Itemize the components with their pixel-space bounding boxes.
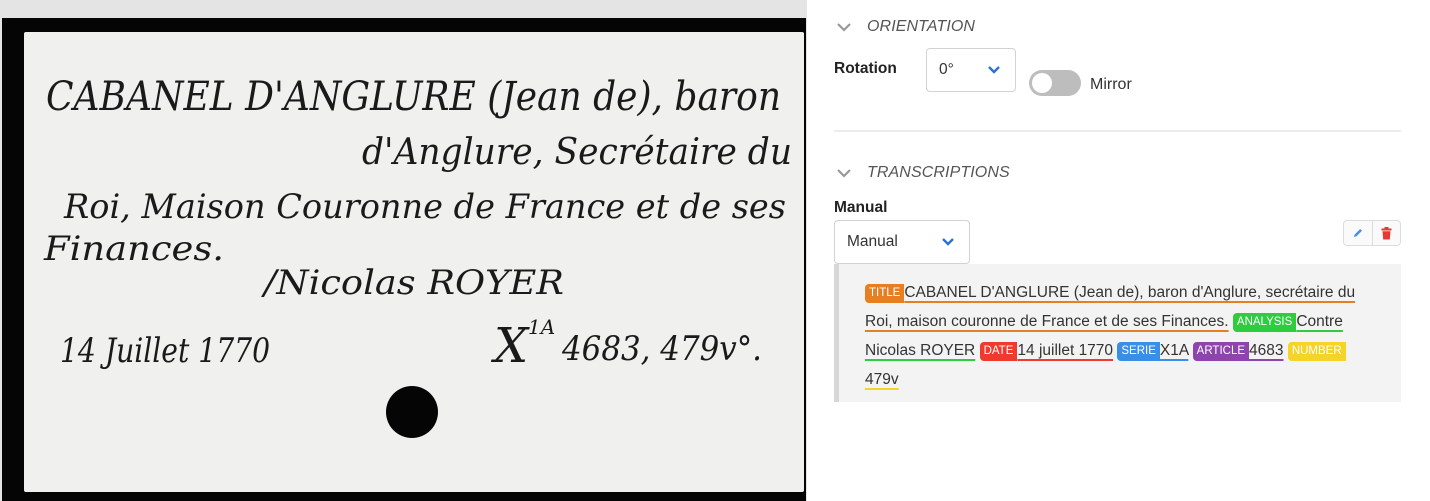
chevron-down-icon bbox=[837, 23, 851, 32]
toggle-knob bbox=[1032, 73, 1052, 93]
transcriptions-title: TRANSCRIPTIONS bbox=[867, 164, 1010, 181]
transcription-type-value: Manual bbox=[847, 233, 898, 250]
transcription-type-select[interactable]: Manual bbox=[834, 220, 970, 264]
trash-icon bbox=[1381, 226, 1392, 239]
card-ref: X bbox=[490, 318, 530, 374]
card-line-4: Finances. bbox=[43, 229, 224, 269]
entity-tag-serie[interactable]: SERIE bbox=[1117, 342, 1160, 361]
chevron-down-icon bbox=[837, 169, 851, 178]
transcription-text: TITLE CABANEL D'ANGLURE (Jean de), baron … bbox=[865, 278, 1371, 394]
side-panel: ORIENTATION Rotation 0° Mirror TRANSCRIP… bbox=[834, 0, 1401, 501]
card-date: 14 Juillet 1770 bbox=[60, 331, 270, 371]
entity-text-number[interactable]: 479v bbox=[865, 371, 899, 388]
card-line-1: CABANEL D'ANGLURE (Jean de), baron bbox=[46, 74, 781, 120]
card-line-2: d'Anglure, Secrétaire du bbox=[362, 132, 792, 173]
mirror-toggle[interactable] bbox=[1029, 70, 1081, 96]
entity-tag-date[interactable]: DATE bbox=[979, 342, 1018, 361]
section-divider bbox=[834, 130, 1401, 132]
rotation-label: Rotation bbox=[834, 60, 897, 77]
mirror-label: Mirror bbox=[1090, 76, 1132, 93]
punch-hole bbox=[386, 386, 438, 438]
image-viewer[interactable]: CABANEL D'ANGLURE (Jean de), baron d'Ang… bbox=[0, 0, 807, 501]
chevron-down-icon bbox=[942, 238, 954, 246]
document-photo: CABANEL D'ANGLURE (Jean de), baron d'Ang… bbox=[2, 18, 806, 501]
rotation-value: 0° bbox=[939, 61, 954, 78]
transcription-box: TITLE CABANEL D'ANGLURE (Jean de), baron … bbox=[834, 264, 1401, 402]
orientation-title: ORIENTATION bbox=[867, 18, 976, 35]
card-line-3: Roi, Maison Couronne de France et de ses bbox=[63, 187, 786, 227]
delete-button[interactable] bbox=[1371, 221, 1400, 245]
transcription-actions bbox=[1343, 220, 1401, 246]
entity-tag-analysis[interactable]: ANALYSIS bbox=[1232, 313, 1297, 332]
entity-text-date[interactable]: 14 juillet 1770 bbox=[1017, 342, 1113, 359]
chevron-down-icon bbox=[988, 66, 1000, 74]
entity-text-article[interactable]: 4683 bbox=[1249, 342, 1283, 359]
index-card: CABANEL D'ANGLURE (Jean de), baron d'Ang… bbox=[24, 32, 804, 492]
transcription-type-label: Manual bbox=[834, 199, 888, 216]
entity-tag-article[interactable]: ARTICLE bbox=[1192, 342, 1250, 361]
transcriptions-section-header[interactable]: TRANSCRIPTIONS bbox=[834, 164, 1010, 182]
entity-text-serie[interactable]: X1A bbox=[1160, 342, 1188, 359]
entity-tag-number[interactable]: NUMBER bbox=[1287, 342, 1346, 361]
pencil-icon bbox=[1353, 229, 1362, 237]
card-ref-num: 4683, 479v°. bbox=[561, 329, 762, 369]
orientation-section-header[interactable]: ORIENTATION bbox=[834, 18, 975, 36]
card-ref-sup: 1A bbox=[528, 315, 555, 339]
edit-button[interactable] bbox=[1344, 221, 1372, 245]
card-line-5: /Nicolas ROYER bbox=[261, 263, 564, 303]
rotation-select[interactable]: 0° bbox=[926, 48, 1016, 92]
entity-tag-title[interactable]: TITLE bbox=[865, 284, 905, 303]
